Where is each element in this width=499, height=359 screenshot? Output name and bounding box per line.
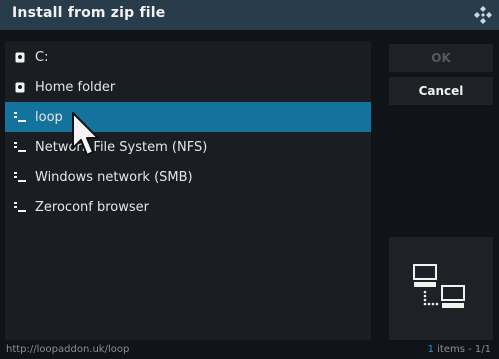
network-share-icon — [14, 171, 26, 183]
drive-icon — [14, 51, 26, 63]
drive-icon — [14, 81, 26, 93]
current-path: http://loopaddon.uk/loop — [6, 344, 130, 355]
network-share-icon — [14, 141, 26, 153]
list-item-label: Windows network (SMB) — [35, 169, 193, 185]
list-item-label: Network File System (NFS) — [35, 139, 208, 155]
network-share-icon — [14, 111, 26, 123]
list-item-label: Home folder — [35, 79, 116, 95]
dialog-title: Install from zip file — [12, 5, 166, 21]
list-item[interactable]: Home folder — [5, 72, 371, 102]
file-source-list: C: Home folder loop Network File System … — [5, 41, 371, 340]
list-item-label: C: — [35, 49, 49, 65]
list-item[interactable]: Zeroconf browser — [5, 192, 371, 222]
mouse-cursor-icon — [72, 112, 99, 156]
dialog-titlebar: Install from zip file — [0, 0, 499, 30]
cancel-button[interactable]: Cancel — [389, 77, 493, 105]
list-item[interactable]: C: — [5, 42, 371, 72]
list-item[interactable]: Windows network (SMB) — [5, 162, 371, 192]
list-item[interactable]: Network File System (NFS) — [5, 132, 371, 162]
kodi-logo-icon — [474, 6, 492, 24]
item-count: 1 items - 1/1 — [428, 344, 491, 355]
network-computers-icon — [413, 264, 465, 308]
side-panel: OK Cancel — [389, 41, 493, 340]
list-item-label: loop — [35, 109, 63, 125]
network-share-icon — [14, 201, 26, 213]
ok-button[interactable]: OK — [389, 44, 493, 72]
list-item-label: Zeroconf browser — [35, 199, 149, 215]
list-item[interactable]: loop — [5, 102, 371, 132]
item-count-text: items - 1/1 — [433, 344, 491, 355]
preview-panel — [389, 237, 493, 340]
